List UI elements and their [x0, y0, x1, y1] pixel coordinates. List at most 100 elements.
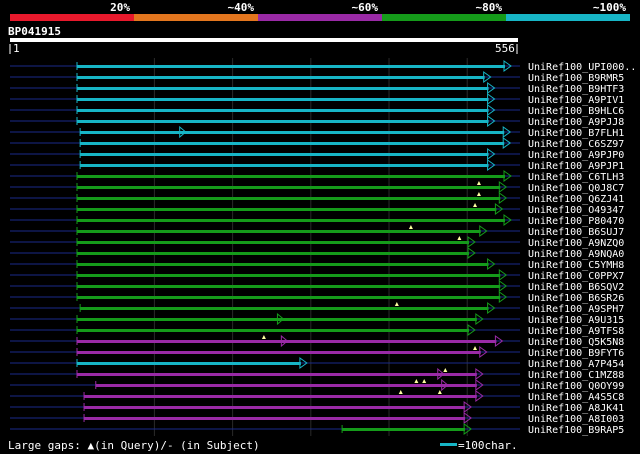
- large-gaps-legend: Large gaps: ▲(in Query)/- (in Subject): [8, 439, 260, 452]
- hit-label[interactable]: UniRef100_Q0J8C7: [528, 183, 624, 194]
- hit-label[interactable]: UniRef100_A4S5C8: [528, 392, 624, 403]
- hit-label[interactable]: UniRef100_Q6ZJ41: [528, 194, 624, 205]
- hit-label[interactable]: UniRef100_C0PPX7: [528, 271, 624, 282]
- hit-row[interactable]: UniRef100_B6SR26: [10, 291, 624, 304]
- hit-label[interactable]: UniRef100_B9HLC6: [528, 106, 624, 117]
- query-gap-marker: [408, 225, 413, 229]
- hit-row[interactable]: UniRef100_C6SZ97: [10, 137, 624, 150]
- hit-row[interactable]: UniRef100_B9HLC6: [10, 104, 624, 117]
- hit-row[interactable]: UniRef100_A9SPH7: [10, 302, 624, 315]
- hit-row[interactable]: UniRef100_A8JK41: [10, 401, 624, 414]
- hit-label[interactable]: UniRef100_A9PJP1: [528, 161, 624, 172]
- hit-label[interactable]: UniRef100_A8JK41: [528, 403, 624, 414]
- hit-bar: [77, 87, 489, 90]
- hit-label[interactable]: UniRef100_A8I003: [528, 414, 624, 425]
- hit-label[interactable]: UniRef100_B9RMR5: [528, 73, 624, 84]
- hit-row[interactable]: UniRef100_Q5K5N8: [10, 334, 624, 348]
- hit-label[interactable]: UniRef100_A9NQA0: [528, 249, 624, 260]
- hit-row[interactable]: UniRef100_A9NZQ0: [10, 236, 624, 249]
- hit-label[interactable]: UniRef100_B6SUJ7: [528, 227, 624, 238]
- hit-bar: [84, 395, 477, 398]
- hit-label[interactable]: UniRef100_A9U315: [528, 315, 624, 326]
- hit-row[interactable]: UniRef100_C5YMH8: [10, 258, 624, 271]
- hit-label[interactable]: UniRef100_A9PJJ8: [528, 117, 624, 128]
- hit-label[interactable]: UniRef100_O49347: [528, 205, 624, 216]
- hit-label[interactable]: UniRef100_C6TLH3: [528, 172, 624, 183]
- hit-label[interactable]: UniRef100_A9SPH7: [528, 304, 624, 315]
- hit-bar: [80, 142, 505, 145]
- hit-row[interactable]: UniRef100_P80470: [10, 214, 624, 227]
- query-gap-marker: [457, 236, 462, 240]
- hit-label[interactable]: UniRef100_B6SQV2: [528, 282, 624, 293]
- hit-rows: UniRef100_UPI000..UniRef100_B9RMR5UniRef…: [10, 60, 636, 436]
- hit-row[interactable]: UniRef100_Q0OY99: [10, 378, 624, 392]
- query-gap-marker: [473, 203, 478, 207]
- hit-bar: [77, 197, 501, 200]
- hit-row[interactable]: UniRef100_B7FLH1: [10, 125, 624, 139]
- query-length-ruler: 1 556: [9, 38, 518, 55]
- scale-legend: =100char.: [458, 439, 518, 452]
- hit-row[interactable]: UniRef100_A9PJP1: [10, 159, 624, 172]
- hit-label[interactable]: UniRef100_P80470: [528, 216, 624, 227]
- hit-label[interactable]: UniRef100_A9TFS8: [528, 326, 624, 337]
- hit-bar: [77, 329, 470, 332]
- hit-row[interactable]: UniRef100_UPI000..: [10, 60, 636, 73]
- hit-label[interactable]: UniRef100_B9FYT6: [528, 348, 624, 359]
- hit-label[interactable]: UniRef100_A9PIV1: [528, 95, 624, 106]
- hit-label[interactable]: UniRef100_Q0OY99: [528, 381, 624, 392]
- hit-row[interactable]: UniRef100_B9RMR5: [10, 71, 624, 84]
- query-bar: [10, 38, 518, 42]
- hit-row[interactable]: UniRef100_B6SUJ7: [10, 225, 624, 238]
- hit-label[interactable]: UniRef100_B6SR26: [528, 293, 624, 304]
- hit-row[interactable]: UniRef100_A9U315: [10, 312, 624, 326]
- hit-label[interactable]: UniRef100_UPI000..: [528, 62, 636, 73]
- hit-bar: [84, 406, 466, 409]
- hit-row[interactable]: UniRef100_A9PJJ8: [10, 115, 624, 128]
- hit-row[interactable]: UniRef100_B9HTF3: [10, 82, 624, 95]
- hit-row[interactable]: UniRef100_B6SQV2: [10, 280, 624, 293]
- scale-swatch: [440, 443, 457, 446]
- hit-row[interactable]: UniRef100_A9PJP0: [10, 148, 624, 161]
- hit-row[interactable]: UniRef100_A8I003: [10, 412, 624, 425]
- scale-label: ~40%: [228, 1, 255, 14]
- query-gap-marker: [261, 335, 266, 339]
- hit-bar: [77, 219, 505, 222]
- scale-label: ~100%: [593, 1, 626, 14]
- hit-label[interactable]: UniRef100_B7FLH1: [528, 128, 624, 139]
- hit-label[interactable]: UniRef100_B9HTF3: [528, 84, 624, 95]
- hit-row[interactable]: UniRef100_A4S5C8: [10, 390, 624, 403]
- hit-row[interactable]: UniRef100_B9RAP5: [10, 423, 624, 436]
- hit-row[interactable]: UniRef100_O49347: [10, 203, 624, 216]
- hit-label[interactable]: UniRef100_C5YMH8: [528, 260, 624, 271]
- hit-label[interactable]: UniRef100_A9PJP0: [528, 150, 624, 161]
- hit-row[interactable]: UniRef100_Q0J8C7: [10, 181, 624, 194]
- hit-row[interactable]: UniRef100_C1MZ88: [10, 367, 624, 381]
- hit-row[interactable]: UniRef100_C6TLH3: [10, 170, 624, 183]
- hit-row[interactable]: UniRef100_A7P454: [10, 357, 624, 370]
- hit-row[interactable]: UniRef100_Q6ZJ41: [10, 192, 624, 205]
- scale-segment: [258, 14, 382, 21]
- hit-row[interactable]: UniRef100_B9FYT6: [10, 346, 624, 359]
- grid-lines: [153, 58, 468, 436]
- hit-row[interactable]: UniRef100_A9NQA0: [10, 247, 624, 260]
- hit-bar: [95, 384, 477, 387]
- hit-row[interactable]: UniRef100_A9PIV1: [10, 93, 624, 106]
- hit-row[interactable]: UniRef100_A9TFS8: [10, 324, 624, 337]
- hit-bar: [77, 98, 489, 101]
- query-gap-marker: [476, 192, 481, 196]
- query-end-label: 556: [495, 42, 515, 55]
- hit-bar: [77, 263, 489, 266]
- hit-label[interactable]: UniRef100_B9RAP5: [528, 425, 624, 436]
- query-gap-marker: [394, 302, 399, 306]
- hit-label[interactable]: UniRef100_A7P454: [528, 359, 624, 370]
- hit-label[interactable]: UniRef100_A9NZQ0: [528, 238, 624, 249]
- hit-label[interactable]: UniRef100_Q5K5N8: [528, 337, 624, 348]
- hit-bar: [77, 120, 489, 123]
- hit-bar: [342, 428, 466, 431]
- hit-row[interactable]: UniRef100_C0PPX7: [10, 269, 624, 282]
- query-gap-marker: [473, 346, 478, 350]
- query-start-label: 1: [13, 42, 20, 55]
- hit-bar: [77, 208, 497, 211]
- hit-label[interactable]: UniRef100_C1MZ88: [528, 370, 624, 381]
- hit-label[interactable]: UniRef100_C6SZ97: [528, 139, 624, 150]
